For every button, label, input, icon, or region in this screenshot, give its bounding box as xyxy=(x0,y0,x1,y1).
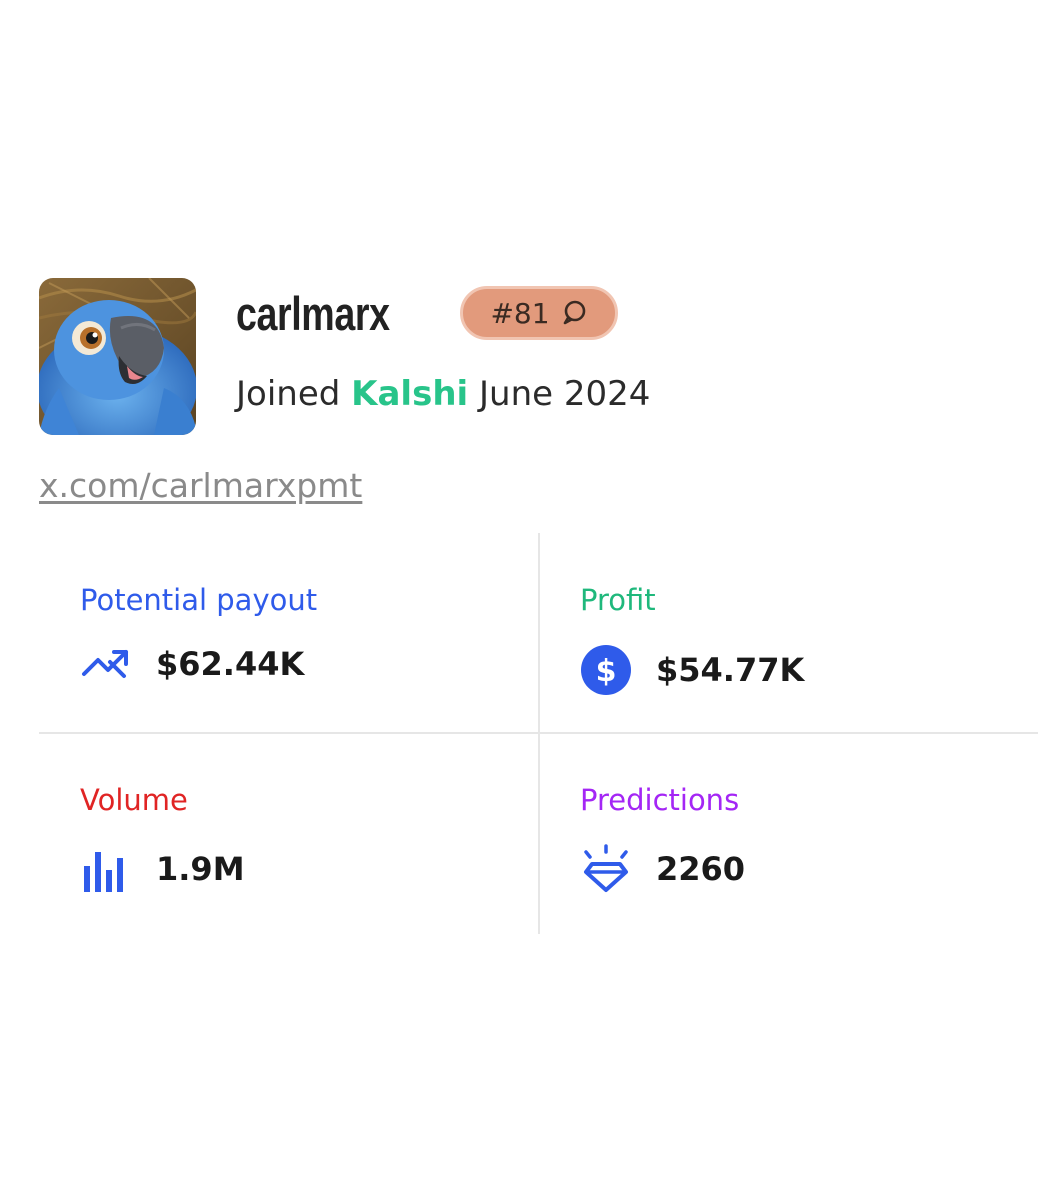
stat-label: Volume xyxy=(80,783,188,817)
svg-text:$: $ xyxy=(596,654,617,689)
profile-link[interactable]: x.com/carlmarxpmt xyxy=(39,464,362,508)
parrot-avatar-image xyxy=(39,278,196,435)
rank-label: #81 xyxy=(490,296,550,330)
joined-line: Joined Kalshi June 2024 xyxy=(236,372,650,416)
joined-date: June 2024 xyxy=(479,374,651,414)
stats-horizontal-divider xyxy=(39,732,1038,734)
brand-name: Kalshi xyxy=(351,374,469,414)
stat-predictions: Predictions 2260 xyxy=(580,782,745,894)
stat-value: $54.77K xyxy=(656,651,805,689)
avatar[interactable] xyxy=(39,278,196,435)
stat-volume: Volume 1.9M xyxy=(80,782,245,894)
stat-label: Potential payout xyxy=(80,583,318,617)
dollar-coin-icon: $ xyxy=(580,644,632,696)
joined-prefix: Joined xyxy=(236,374,341,414)
stat-label: Profit xyxy=(580,583,656,617)
bar-chart-icon xyxy=(80,844,132,894)
stat-value: 2260 xyxy=(656,850,746,888)
comment-icon xyxy=(560,299,588,327)
username: carlmarx xyxy=(236,287,390,340)
trend-up-icon xyxy=(80,644,132,684)
stat-potential-payout: Potential payout $62.44K xyxy=(80,582,317,684)
rank-badge[interactable]: #81 xyxy=(460,286,618,340)
stat-label: Predictions xyxy=(580,783,740,817)
stat-value: 1.9M xyxy=(156,850,245,888)
diamond-icon xyxy=(580,844,632,894)
stat-profit: Profit $ $54.77K xyxy=(580,582,804,696)
stat-value: $62.44K xyxy=(156,645,305,683)
